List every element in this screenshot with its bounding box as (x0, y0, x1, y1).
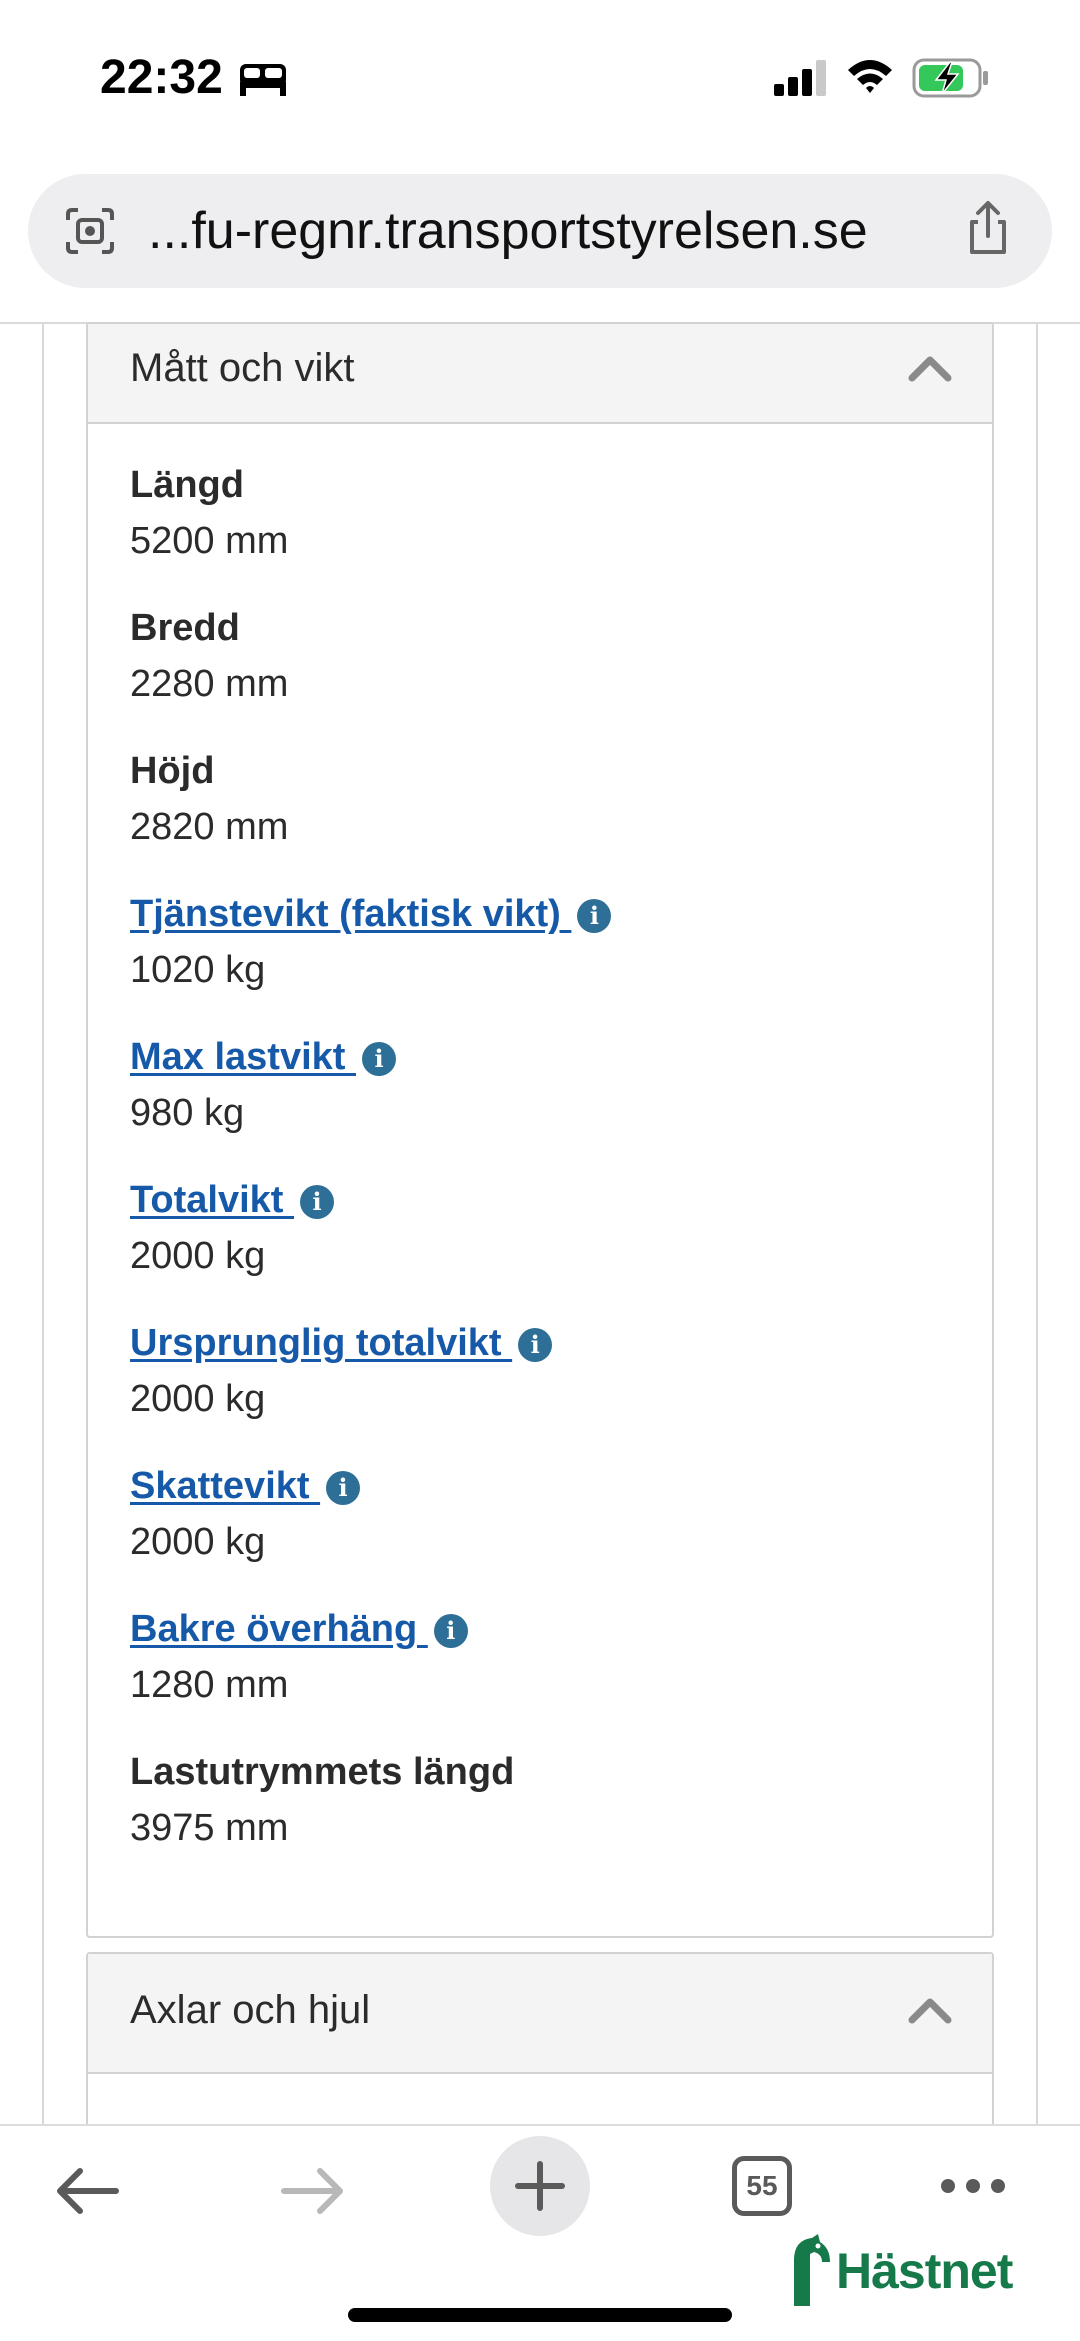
spec-value: 2000 kg (130, 1235, 266, 1277)
spec-value: 2000 kg (130, 1521, 266, 1563)
more-menu-icon[interactable] (938, 2166, 1008, 2206)
info-icon[interactable]: i (326, 1471, 361, 1505)
chevron-up-icon (908, 356, 952, 382)
spec-value: 1020 kg (130, 949, 266, 991)
horse-logo-icon (794, 2234, 830, 2306)
spec-value: 980 kg (130, 1092, 245, 1134)
spec-item-skattevikt: Skattevikt i 2000 kg (130, 1465, 950, 1608)
accordion-title: Axlar och hjul (130, 1988, 371, 2032)
spec-list: Längd 5200 mm Bredd 2280 mm Höjd 2820 mm… (130, 464, 950, 1894)
spec-label-link[interactable]: Skattevikt i (130, 1465, 361, 1508)
spec-link-ursprunglig-totalvikt[interactable]: Ursprunglig totalvikt (130, 1322, 512, 1364)
spec-link-tjanstevikt[interactable]: Tjänstevikt (faktisk vikt) (130, 893, 571, 935)
spec-value: 1280 mm (130, 1664, 289, 1706)
spec-label-link[interactable]: Ursprunglig totalvikt i (130, 1322, 553, 1365)
spec-value: 2820 mm (130, 806, 289, 848)
spec-value: 2000 kg (130, 1378, 266, 1420)
spec-label: Höjd (130, 750, 215, 792)
spec-item-max-lastvikt: Max lastvikt i 980 kg (130, 1036, 950, 1179)
container-border-left (42, 324, 44, 2124)
spec-item-lastutrymmets-langd: Lastutrymmets längd 3975 mm (130, 1751, 950, 1894)
info-icon[interactable]: i (300, 1185, 334, 1219)
back-arrow-icon[interactable] (52, 2166, 122, 2216)
spec-link-totalvikt[interactable]: Totalvikt (130, 1179, 294, 1221)
camera-search-icon[interactable] (62, 204, 118, 258)
spec-label: Bredd (130, 607, 240, 649)
page: 22:32 ...fu-regnr.transportstyrelsen.se … (0, 0, 1080, 2341)
tab-switcher-button[interactable]: 55 (732, 2156, 792, 2216)
container-border-right (1036, 324, 1038, 2124)
battery-icon (912, 58, 988, 98)
spec-label: Längd (130, 464, 244, 506)
info-icon[interactable]: i (577, 899, 612, 933)
spec-link-max-lastvikt[interactable]: Max lastvikt (130, 1036, 356, 1078)
bed-icon (240, 64, 286, 96)
spec-item-bakre-overhang: Bakre överhäng i 1280 mm (130, 1608, 950, 1751)
spec-label: Lastutrymmets längd (130, 1751, 515, 1793)
share-icon[interactable] (964, 200, 1012, 256)
spec-label-link[interactable]: Totalvikt i (130, 1179, 334, 1222)
spec-label-link[interactable]: Max lastvikt i (130, 1036, 396, 1079)
accordion-matt-och-vikt: Mått och vikt Längd 5200 mm Bredd 2280 m… (86, 322, 994, 1938)
forward-arrow-icon[interactable] (278, 2166, 348, 2216)
new-tab-button[interactable] (490, 2136, 590, 2236)
accordion-header-matt-och-vikt[interactable]: Mått och vikt (88, 324, 992, 424)
hastnet-logo: Hästnet (788, 2234, 1013, 2314)
spec-label-link[interactable]: Bakre överhäng i (130, 1608, 468, 1651)
hastnet-logo-text: Hästnet (836, 2243, 1013, 2299)
spec-item-langd: Längd 5200 mm (130, 464, 950, 607)
spec-item-bredd: Bredd 2280 mm (130, 607, 950, 750)
info-icon[interactable]: i (433, 1614, 468, 1648)
spec-link-skattevikt[interactable]: Skattevikt (130, 1465, 320, 1507)
status-bar: 22:32 (0, 0, 1080, 150)
signal-icon (774, 60, 826, 96)
accordion-header-axlar-och-hjul[interactable]: Axlar och hjul (88, 1954, 992, 2074)
spec-value: 2280 mm (130, 663, 289, 705)
wifi-icon (848, 60, 892, 93)
plus-icon (515, 2161, 565, 2211)
accordion-title: Mått och vikt (130, 346, 355, 390)
spec-value: 5200 mm (130, 520, 289, 562)
spec-value: 3975 mm (130, 1807, 289, 1849)
home-indicator (348, 2308, 732, 2322)
url-text[interactable]: ...fu-regnr.transportstyrelsen.se (148, 198, 968, 264)
spec-item-totalvikt: Totalvikt i 2000 kg (130, 1179, 950, 1322)
info-icon[interactable]: i (518, 1328, 553, 1362)
spec-link-bakre-overhang[interactable]: Bakre överhäng (130, 1608, 428, 1650)
spec-item-tjanstevikt: Tjänstevikt (faktisk vikt) i 1020 kg (130, 893, 950, 1036)
info-icon[interactable]: i (362, 1042, 396, 1076)
url-bar[interactable]: ...fu-regnr.transportstyrelsen.se (28, 174, 1052, 288)
spec-item-ursprunglig-totalvikt: Ursprunglig totalvikt i 2000 kg (130, 1322, 950, 1465)
chevron-up-icon (908, 1998, 952, 2024)
status-time: 22:32 (100, 51, 223, 104)
spec-label-link[interactable]: Tjänstevikt (faktisk vikt) i (130, 893, 612, 936)
spec-item-hojd: Höjd 2820 mm (130, 750, 950, 893)
